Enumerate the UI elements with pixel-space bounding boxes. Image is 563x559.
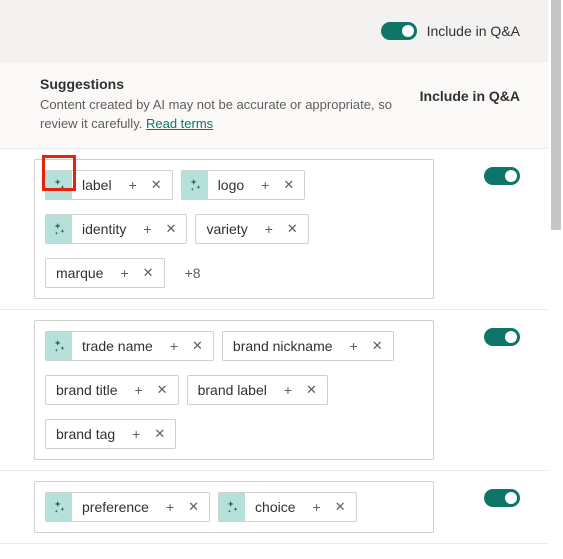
add-icon[interactable]: +	[122, 178, 144, 192]
include-qna-toggle-row[interactable]	[484, 328, 520, 346]
suggestion-chip[interactable]: brand label+✕	[187, 375, 328, 405]
chip-label: brand label	[188, 382, 277, 398]
add-icon[interactable]: +	[306, 500, 328, 514]
add-icon[interactable]: +	[113, 266, 135, 280]
sparkle-icon	[219, 493, 245, 521]
chip-container: label+✕logo+✕identity+✕variety+✕marque+✕…	[34, 159, 434, 299]
chip-label: brand tag	[46, 426, 125, 442]
chip-label: brand nickname	[223, 338, 343, 354]
suggestions-subtitle: Content created by AI may not be accurat…	[40, 96, 400, 134]
chip-label: trade name	[72, 338, 163, 354]
close-icon[interactable]: ✕	[280, 222, 308, 235]
close-icon[interactable]: ✕	[365, 339, 393, 352]
close-icon[interactable]: ✕	[144, 178, 172, 191]
suggestion-chip[interactable]: trade name+✕	[45, 331, 214, 361]
scrollbar-thumb[interactable]	[551, 0, 561, 230]
sparkle-icon	[46, 171, 72, 199]
add-icon[interactable]: +	[254, 178, 276, 192]
chip-container: trade name+✕brand nickname+✕brand title+…	[34, 320, 434, 460]
suggestion-chip[interactable]: marque+✕	[45, 258, 165, 288]
suggestion-chip[interactable]: brand title+✕	[45, 375, 179, 405]
chip-label: brand title	[46, 382, 127, 398]
include-qna-column-header: Include in Q&A	[420, 76, 520, 104]
chip-label: identity	[72, 221, 136, 237]
add-icon[interactable]: +	[127, 383, 149, 397]
chip-label: label	[72, 177, 122, 193]
chip-label: marque	[46, 265, 113, 281]
suggestion-group: trade name+✕brand nickname+✕brand title+…	[0, 310, 548, 471]
suggestion-chip[interactable]: brand tag+✕	[45, 419, 176, 449]
chip-label: variety	[196, 221, 257, 237]
read-terms-link[interactable]: Read terms	[146, 116, 213, 131]
suggestion-chip[interactable]: choice+✕	[218, 492, 357, 522]
include-qna-toggle-top[interactable]	[381, 22, 417, 40]
suggestion-chip[interactable]: logo+✕	[181, 170, 306, 200]
sparkle-icon	[182, 171, 208, 199]
sparkle-icon	[46, 493, 72, 521]
close-icon[interactable]: ✕	[147, 427, 175, 440]
suggestion-chip[interactable]: label+✕	[45, 170, 173, 200]
add-icon[interactable]: +	[277, 383, 299, 397]
sparkle-icon	[46, 215, 72, 243]
chip-container: preference+✕choice+✕	[34, 481, 434, 533]
suggestion-group: label+✕logo+✕identity+✕variety+✕marque+✕…	[0, 149, 548, 310]
suggestion-chip[interactable]: variety+✕	[195, 214, 308, 244]
close-icon[interactable]: ✕	[328, 500, 356, 513]
include-qna-toggle-row[interactable]	[484, 167, 520, 185]
add-icon[interactable]: +	[159, 500, 181, 514]
suggestions-title: Suggestions	[40, 76, 400, 92]
chip-label: preference	[72, 499, 159, 515]
add-icon[interactable]: +	[163, 339, 185, 353]
add-icon[interactable]: +	[136, 222, 158, 236]
suggestion-chip[interactable]: preference+✕	[45, 492, 210, 522]
close-icon[interactable]: ✕	[276, 178, 304, 191]
close-icon[interactable]: ✕	[150, 383, 178, 396]
include-qna-label-top: Include in Q&A	[427, 23, 520, 39]
suggestion-chip[interactable]: brand nickname+✕	[222, 331, 394, 361]
chip-label: choice	[245, 499, 305, 515]
add-icon[interactable]: +	[125, 427, 147, 441]
sparkle-icon	[46, 332, 72, 360]
close-icon[interactable]: ✕	[185, 339, 213, 352]
chip-label: logo	[208, 177, 254, 193]
suggestion-group: preference+✕choice+✕	[0, 471, 548, 544]
close-icon[interactable]: ✕	[136, 266, 164, 279]
close-icon[interactable]: ✕	[299, 383, 327, 396]
add-icon[interactable]: +	[343, 339, 365, 353]
close-icon[interactable]: ✕	[159, 222, 187, 235]
include-qna-toggle-row[interactable]	[484, 489, 520, 507]
close-icon[interactable]: ✕	[181, 500, 209, 513]
suggestions-subtitle-text: Content created by AI may not be accurat…	[40, 97, 392, 131]
suggestion-chip[interactable]: identity+✕	[45, 214, 187, 244]
more-chip[interactable]: +8	[173, 258, 213, 288]
add-icon[interactable]: +	[258, 222, 280, 236]
